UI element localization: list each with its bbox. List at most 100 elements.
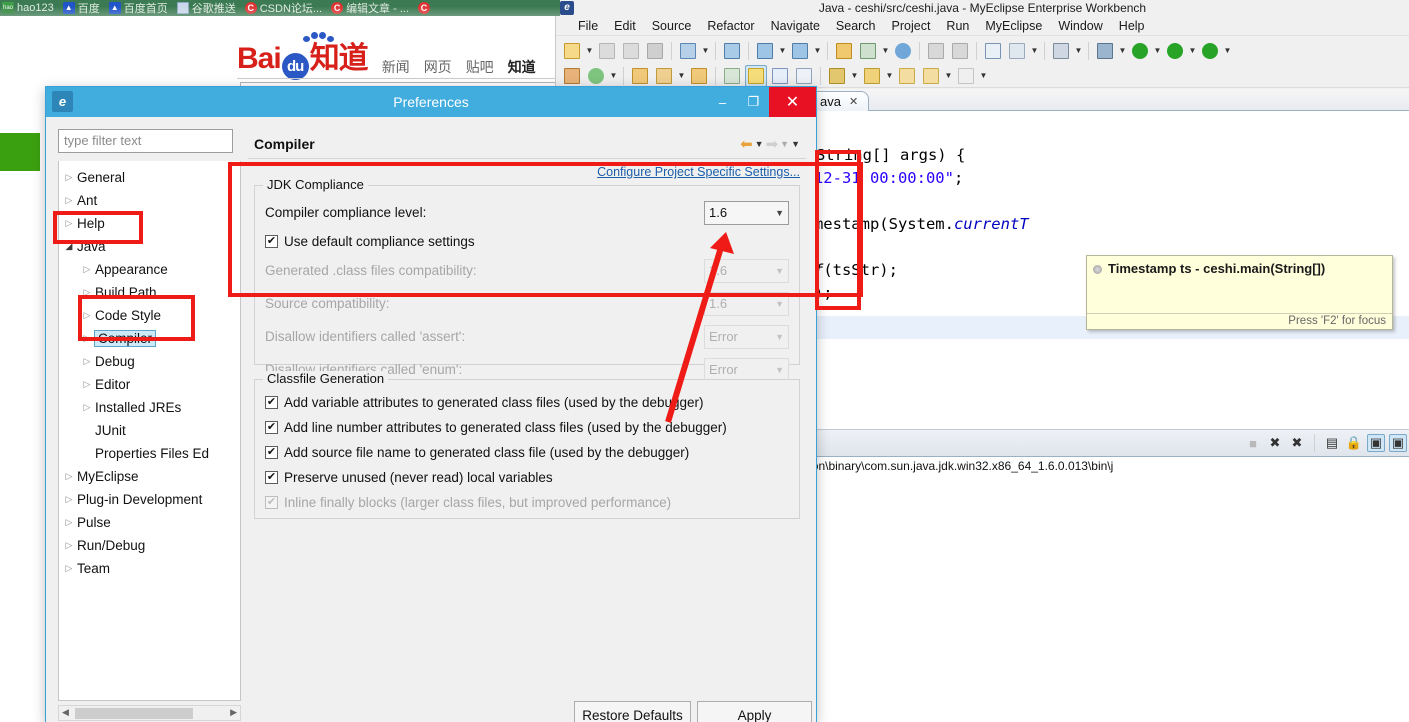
forward-arrow-icon[interactable] (955, 65, 977, 87)
tree-item-plug-in-development[interactable]: ▷ Plug-in Development (59, 488, 240, 511)
run-validation-dropdown-icon[interactable]: ▼ (1187, 40, 1198, 62)
forward-dropdown-icon[interactable]: ▼ (978, 65, 989, 87)
open-folder-icon[interactable] (629, 65, 651, 87)
tree-item-ant[interactable]: ▷ Ant (59, 189, 240, 212)
close-icon[interactable]: ✕ (849, 95, 858, 108)
tree-item-myeclipse[interactable]: ▷ MyEclipse (59, 465, 240, 488)
open-package-icon[interactable] (688, 65, 710, 87)
maximize-button[interactable]: ❐ (738, 87, 769, 117)
export-icon[interactable] (949, 40, 971, 62)
clear-console-icon[interactable]: ▤ (1323, 434, 1341, 452)
tree-item-debug[interactable]: ▷ Debug (59, 350, 240, 373)
menu-run[interactable]: Run (938, 17, 977, 35)
step-into-dropdown-icon[interactable]: ▼ (849, 65, 860, 87)
twisty-collapsed-icon[interactable]: ▷ (61, 540, 77, 551)
baidu-logo[interactable]: Bai du 知道 (237, 32, 369, 80)
baidu-nav-zhidao[interactable]: 知道 (508, 57, 536, 77)
remove-launch-icon[interactable]: ✖ (1266, 434, 1284, 452)
tree-item-properties-files-ed[interactable]: Properties Files Ed (59, 442, 240, 465)
menu-myeclipse[interactable]: MyEclipse (977, 17, 1050, 35)
twisty-collapsed-icon[interactable]: ▷ (61, 494, 77, 505)
toggle-mark-icon[interactable] (721, 65, 743, 87)
tree-item-team[interactable]: ▷ Team (59, 557, 240, 580)
web20-icon[interactable] (721, 40, 743, 62)
new-icon[interactable] (561, 40, 583, 62)
twisty-collapsed-icon[interactable]: ▷ (79, 356, 95, 367)
classfile-option-checkbox[interactable]: ✔ (265, 446, 278, 459)
baidu-nav-news[interactable]: 新闻 (382, 57, 410, 77)
report-icon[interactable] (982, 40, 1004, 62)
twisty-collapsed-icon[interactable]: ▷ (61, 563, 77, 574)
tree-item-run-debug[interactable]: ▷ Run/Debug (59, 534, 240, 557)
baidu-nav-web[interactable]: 网页 (424, 57, 452, 77)
bookmark-overflow[interactable] (416, 0, 437, 16)
tree-item-junit[interactable]: JUnit (59, 419, 240, 442)
new-class-dropdown-icon[interactable]: ▼ (608, 65, 619, 87)
run-icon[interactable] (1129, 40, 1151, 62)
build-icon[interactable] (677, 40, 699, 62)
run-external-icon[interactable] (1199, 40, 1221, 62)
deploy-dropdown-icon[interactable]: ▼ (812, 40, 823, 62)
twisty-collapsed-icon[interactable]: ▷ (61, 471, 77, 482)
bookmark-baidu-home[interactable]: 百度首页 (107, 0, 175, 16)
tree-item-editor[interactable]: ▷ Editor (59, 373, 240, 396)
baidu-nav-tieba[interactable]: 贴吧 (466, 57, 494, 77)
debug-dropdown-icon[interactable]: ▼ (1117, 40, 1128, 62)
build-dropdown-icon[interactable]: ▼ (700, 40, 711, 62)
show-whitespace-icon[interactable] (793, 65, 815, 87)
close-button[interactable]: ✕ (769, 87, 816, 117)
run-server-dropdown-icon[interactable]: ▼ (880, 40, 891, 62)
tree-item-java[interactable]: ◢ Java (59, 235, 240, 258)
compiler-compliance-level-combo[interactable]: 1.6 ▼ (704, 200, 789, 225)
new-dropdown-icon[interactable]: ▼ (584, 40, 595, 62)
apply-button[interactable]: Apply (697, 701, 812, 722)
web-browser-dropdown-icon[interactable]: ▼ (1029, 40, 1040, 62)
twisty-collapsed-icon[interactable]: ▷ (79, 402, 95, 413)
new-wizard-dropdown-icon[interactable]: ▼ (777, 40, 788, 62)
twisty-collapsed-icon[interactable]: ▷ (79, 333, 95, 344)
classfile-option-row[interactable]: ✔ Add variable attributes to generated cl… (255, 390, 799, 415)
run-server-icon[interactable] (857, 40, 879, 62)
forward-arrow-icon[interactable]: ➡ (766, 135, 779, 153)
deploy-icon[interactable] (789, 40, 811, 62)
import-icon[interactable] (925, 40, 947, 62)
use-default-compliance-row[interactable]: ✔ Use default compliance settings (255, 229, 799, 254)
tree-item-code-style[interactable]: ▷ Code Style (59, 304, 240, 327)
back-dropdown-icon[interactable]: ▼ (943, 65, 954, 87)
twisty-collapsed-icon[interactable]: ▷ (61, 172, 77, 183)
open-type-icon[interactable] (833, 40, 855, 62)
edit-dropdown-icon[interactable]: ▼ (676, 65, 687, 87)
remove-all-launches-icon[interactable]: ✖ (1288, 434, 1306, 452)
new-class-icon[interactable] (585, 65, 607, 87)
snapshot-icon[interactable] (1050, 40, 1072, 62)
menu-window[interactable]: Window (1050, 17, 1110, 35)
tree-item-help[interactable]: ▷ Help (59, 212, 240, 235)
print-icon[interactable] (644, 40, 666, 62)
classfile-option-row[interactable]: ✔ Add source file name to generated class… (255, 440, 799, 465)
use-default-compliance-checkbox[interactable]: ✔ (265, 235, 278, 248)
twisty-collapsed-icon[interactable]: ▷ (79, 379, 95, 390)
scroll-lock-icon[interactable]: 🔒 (1345, 434, 1363, 452)
menu-refactor[interactable]: Refactor (699, 17, 762, 35)
tree-item-general[interactable]: ▷ General (59, 166, 240, 189)
run-validation-icon[interactable] (1164, 40, 1186, 62)
tree-item-compiler[interactable]: ▷ Compiler (59, 327, 240, 350)
editor-tab-ceshi-java[interactable]: ava ✕ (811, 91, 870, 111)
show-outline-icon[interactable] (769, 65, 791, 87)
toggle-highlight-icon[interactable] (745, 64, 767, 87)
restore-defaults-button[interactable]: Restore Defaults (574, 701, 691, 722)
bookmark-edit-article[interactable]: 编辑文章 - ... (329, 0, 416, 16)
twisty-collapsed-icon[interactable]: ▷ (79, 287, 95, 298)
back-arrow-icon[interactable]: ⬅ (740, 135, 753, 153)
classfile-option-checkbox[interactable]: ✔ (265, 421, 278, 434)
menu-source[interactable]: Source (644, 17, 700, 35)
search-input[interactable]: type filter text (58, 129, 233, 153)
new-package-icon[interactable] (561, 65, 583, 87)
last-edit-icon[interactable] (896, 65, 918, 87)
classfile-option-checkbox[interactable]: ✔ (265, 396, 278, 409)
display-selected-console-icon[interactable]: ▣ (1389, 434, 1407, 452)
forward-dropdown-icon[interactable]: ▼ (780, 139, 789, 149)
snapshot-dropdown-icon[interactable]: ▼ (1073, 40, 1084, 62)
edit-pencil-icon[interactable] (653, 65, 675, 87)
tree-item-build-path[interactable]: ▷ Build Path (59, 281, 240, 304)
